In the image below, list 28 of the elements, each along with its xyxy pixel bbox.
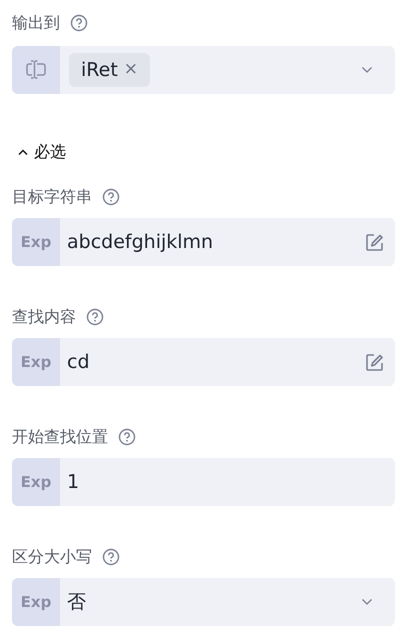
help-icon[interactable]	[102, 548, 120, 566]
expression-prefix: Exp	[20, 232, 52, 253]
field-label: 查找内容	[12, 306, 76, 328]
field-label: 开始查找位置	[12, 426, 108, 448]
chevron-down-icon[interactable]	[361, 66, 373, 74]
field-label: 区分大小写	[12, 546, 92, 568]
section-toggle[interactable]: 必选	[12, 140, 66, 164]
remove-tag-button[interactable]: ×	[124, 57, 138, 83]
input-field[interactable]: Exp abcdefghijklmn	[12, 218, 395, 266]
help-icon[interactable]	[118, 428, 136, 446]
input-field[interactable]: Exp 1	[12, 458, 395, 506]
help-icon[interactable]	[86, 308, 104, 326]
expression-prefix: Exp	[20, 592, 52, 613]
field-label: 目标字符串	[12, 186, 92, 208]
edit-icon[interactable]	[365, 352, 384, 372]
input-field[interactable]: Exp cd	[12, 338, 395, 386]
help-icon[interactable]	[102, 188, 120, 206]
expression-prefix: Exp	[20, 472, 52, 493]
select-field[interactable]: Exp 否	[12, 578, 395, 626]
tag-text: iRet	[81, 58, 118, 83]
help-icon[interactable]	[70, 14, 88, 32]
caret-up-icon	[18, 149, 28, 155]
expression-prefix: Exp	[20, 352, 52, 373]
variable-select[interactable]: iRet ×	[12, 46, 395, 94]
edit-icon[interactable]	[365, 232, 384, 252]
variable-icon	[24, 59, 48, 81]
chevron-down-icon[interactable]	[361, 598, 373, 606]
field-label: 输出到	[12, 12, 60, 34]
